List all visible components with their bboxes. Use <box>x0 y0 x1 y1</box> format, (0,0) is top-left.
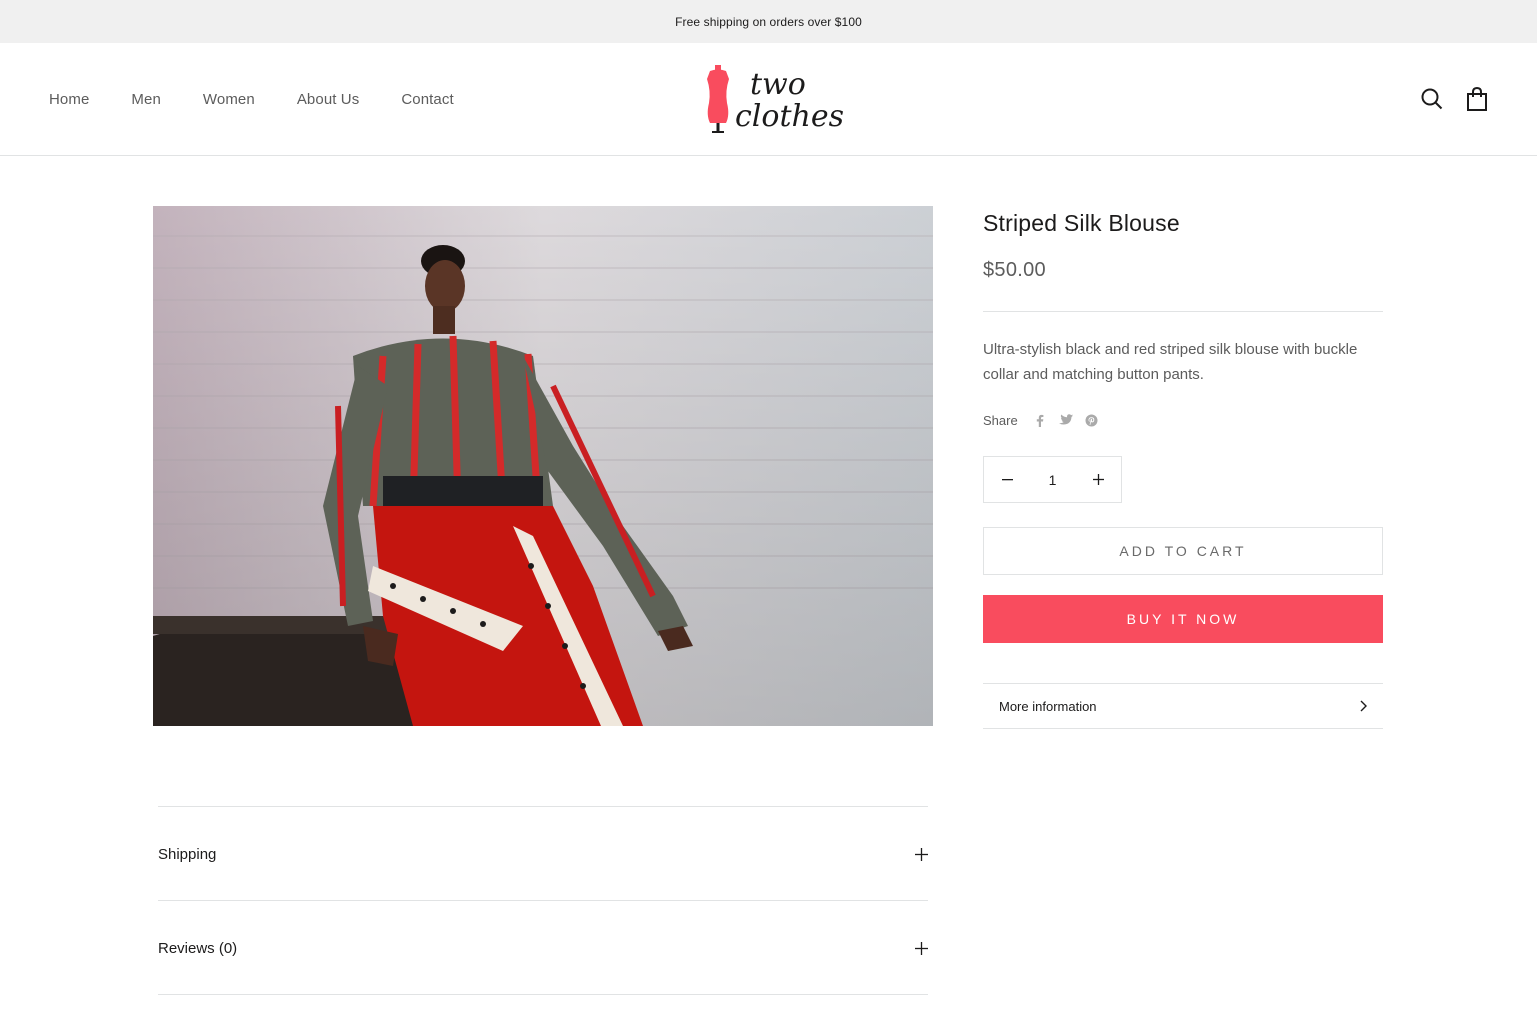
cart-button[interactable] <box>1461 83 1493 115</box>
shopping-bag-icon <box>1467 87 1487 111</box>
pinterest-icon[interactable] <box>1084 412 1100 428</box>
nav-contact[interactable]: Contact <box>401 91 453 108</box>
share-label: Share <box>983 412 1018 428</box>
chevron-right-icon <box>1360 700 1367 712</box>
nav-home[interactable]: Home <box>49 91 89 108</box>
product-image[interactable] <box>153 206 933 726</box>
main-nav: Home Men Women About Us Contact <box>49 43 496 155</box>
search-icon <box>1421 88 1443 110</box>
quantity-increase-button[interactable] <box>1075 457 1121 502</box>
info-divider <box>983 311 1383 312</box>
nav-men[interactable]: Men <box>131 91 160 108</box>
site-header: Home Men Women About Us Contact two clot… <box>0 43 1537 156</box>
more-information-label: More information <box>999 698 1097 714</box>
announcement-text: Free shipping on orders over $100 <box>675 14 862 29</box>
announcement-bar: Free shipping on orders over $100 <box>0 0 1537 43</box>
buy-it-now-button[interactable]: BUY IT NOW <box>983 595 1383 643</box>
minus-icon <box>1001 478 1013 480</box>
nav-women[interactable]: Women <box>203 91 255 108</box>
quantity-decrease-button[interactable] <box>984 457 1030 502</box>
accordion-bottom-divider <box>158 994 928 995</box>
reviews-tab[interactable]: Reviews (0) <box>158 900 928 995</box>
product-info: Striped Silk Blouse $50.00 Ultra-stylish… <box>983 206 1383 729</box>
share-row: Share <box>983 412 1110 428</box>
shipping-tab-label: Shipping <box>158 845 217 863</box>
plus-icon <box>1092 474 1104 485</box>
site-logo[interactable]: two clothes <box>703 63 844 135</box>
product-description: Ultra-stylish black and red striped silk… <box>983 341 1358 383</box>
twitter-icon[interactable] <box>1058 412 1074 428</box>
reviews-tab-label: Reviews (0) <box>158 939 238 957</box>
nav-about-us[interactable]: About Us <box>297 91 360 108</box>
product-photo <box>153 206 933 726</box>
plus-icon <box>915 941 928 955</box>
dress-form-icon <box>707 65 729 133</box>
product-title: Striped Silk Blouse <box>983 210 1180 236</box>
plus-icon <box>915 847 928 861</box>
quantity-stepper: 1 <box>983 456 1122 503</box>
facebook-icon[interactable] <box>1032 412 1048 428</box>
logo-line-2: clothes <box>735 99 844 134</box>
more-information-link[interactable]: More information <box>983 683 1383 729</box>
shipping-tab[interactable]: Shipping <box>158 806 928 901</box>
add-to-cart-button[interactable]: ADD TO CART <box>983 527 1383 575</box>
product-price: $50.00 <box>983 259 1046 281</box>
logo-wordmark: two clothes <box>735 69 844 133</box>
logo-line-1: two <box>750 67 806 102</box>
quantity-input[interactable]: 1 <box>1030 472 1075 488</box>
search-button[interactable] <box>1416 83 1448 115</box>
